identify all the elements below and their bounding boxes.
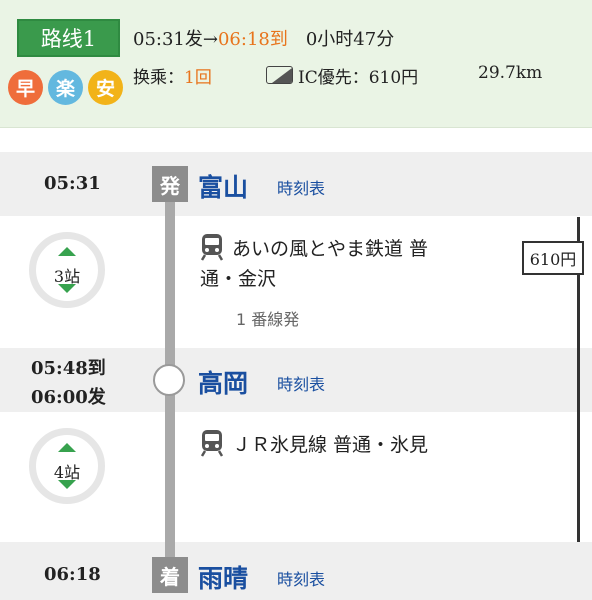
- arrow: →: [202, 29, 218, 50]
- timetable-link-amaharashi[interactable]: 時刻表: [277, 566, 325, 590]
- stop-count-toggle[interactable]: 3站: [29, 232, 105, 308]
- route-times: 05:31发→06:18到 0小时47分: [133, 25, 394, 51]
- cheap-icon: 安: [88, 70, 123, 105]
- transfer-count: 1回: [184, 68, 212, 88]
- line-name-part1: ＪＲ氷見線 普通・氷見: [232, 434, 429, 456]
- fast-icon: 早: [8, 70, 43, 105]
- transfer-label: 换乘：: [133, 68, 184, 88]
- easy-icon: 楽: [48, 70, 83, 105]
- depart-time-label: 05:31: [44, 173, 101, 194]
- timetable-link-takaoka[interactable]: 時刻表: [277, 371, 325, 395]
- station-name-takaoka[interactable]: 高岡: [198, 364, 248, 400]
- arrive-time: 06:18到: [217, 29, 288, 50]
- arrive-tag: 着: [152, 557, 188, 593]
- chevron-down-icon: [58, 284, 76, 293]
- line-name: ＪＲ氷見線 普通・氷見: [200, 430, 500, 460]
- depart-time-label: 06:00发: [31, 387, 106, 408]
- line-name: あいの風とやま鉄道 普 通・金沢: [200, 234, 500, 294]
- line-name-part2: 通・金沢: [200, 268, 277, 290]
- chevron-up-icon: [58, 247, 76, 256]
- ic-fare: IC優先：610円: [298, 68, 419, 88]
- route-summary-header: 路线1 05:31发→06:18到 0小时47分 早 楽 安 换乘：1回 IC優先…: [0, 0, 592, 128]
- station-name-toyama[interactable]: 富山: [198, 168, 248, 204]
- line-name-part1: あいの風とやま鉄道 普: [232, 238, 429, 260]
- arrive-time-label: 05:48到: [31, 358, 106, 379]
- platform-info: 1 番線発: [236, 310, 300, 329]
- transfer-node: [153, 364, 185, 396]
- arrive-time-label: 06:18: [44, 564, 101, 585]
- timetable-link-toyama[interactable]: 時刻表: [277, 175, 325, 199]
- duration: 0小时47分: [305, 29, 395, 50]
- route-label: 路线1: [17, 19, 120, 57]
- station-name-amaharashi[interactable]: 雨晴: [198, 559, 248, 595]
- route-badges: 早 楽 安: [8, 70, 123, 105]
- depart-time: 05:31发: [133, 29, 203, 50]
- fare-box: 610円: [522, 241, 584, 275]
- distance: 29.7km: [478, 63, 543, 83]
- depart-tag: 発: [152, 166, 188, 202]
- transfer-info: 换乘：1回: [133, 63, 212, 88]
- chevron-down-icon: [58, 480, 76, 489]
- ic-card-icon: [266, 66, 293, 84]
- stop-count-toggle[interactable]: 4站: [29, 428, 105, 504]
- chevron-up-icon: [58, 443, 76, 452]
